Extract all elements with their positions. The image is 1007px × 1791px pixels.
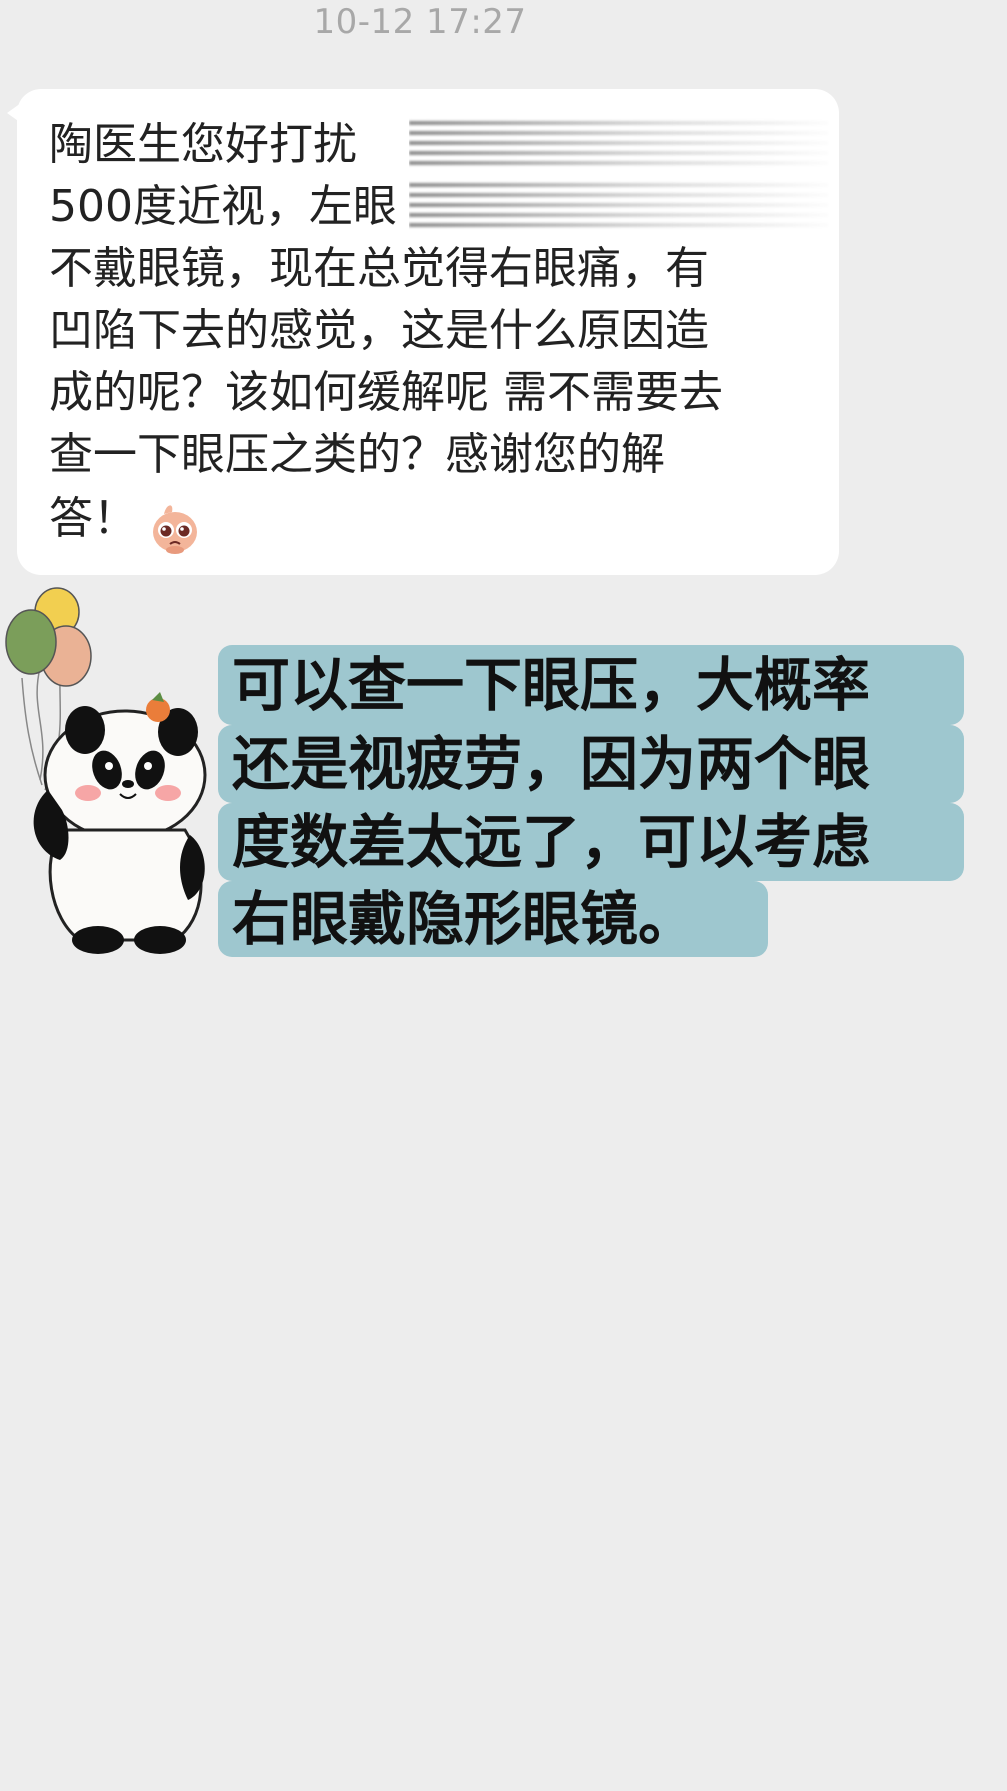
- reply-message-line: 右眼戴隐形眼镜。: [218, 881, 768, 957]
- incoming-message-line: 陶医生您好打扰: [49, 119, 357, 170]
- panda-balloons-sticker-icon: [5, 587, 207, 954]
- incoming-message-line: 凹陷下去的感觉，这是什么原因造: [49, 305, 709, 356]
- reply-message-line: 度数差太远了，可以考虑: [218, 803, 964, 881]
- incoming-message-line: 查一下眼压之类的？感谢您的解: [49, 429, 665, 480]
- incoming-message-line: 不戴眼镜，现在总觉得右眼痛，有: [49, 243, 709, 294]
- chat-timestamp: 10-12 17:27: [313, 2, 527, 42]
- redaction-blur: [409, 173, 829, 235]
- incoming-message-line: 成的呢？该如何缓解呢 需不需要去: [49, 367, 723, 418]
- redaction-blur: [409, 111, 829, 173]
- pleading-face-icon: [153, 505, 197, 554]
- reply-message-line: 还是视疲劳，因为两个眼: [218, 725, 964, 803]
- incoming-message-line: 500度近视，左眼: [49, 181, 397, 232]
- bubble-tail: [7, 103, 21, 123]
- reply-message-line: 可以查一下眼压，大概率: [218, 645, 964, 725]
- incoming-message-line: 答！: [49, 493, 137, 544]
- incoming-message-bubble[interactable]: 陶医生您好打扰 500度近视，左眼 不戴眼镜，现在总觉得右眼痛，有 凹陷下去的感…: [7, 89, 839, 575]
